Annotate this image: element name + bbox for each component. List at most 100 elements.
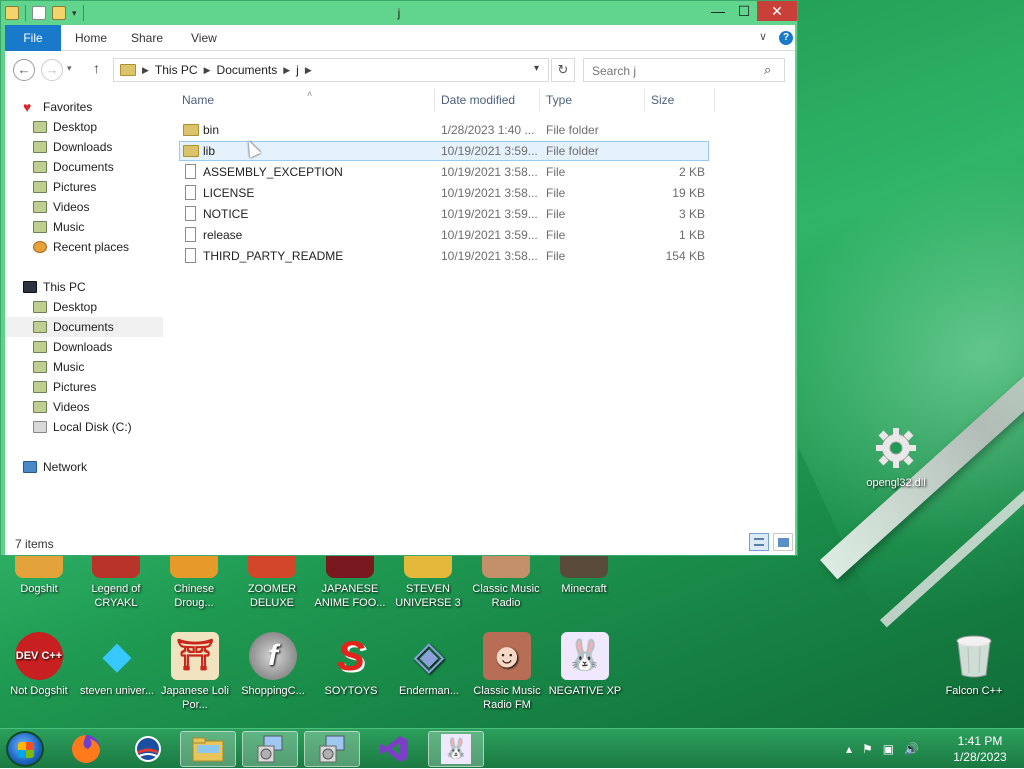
taskbar-visual-studio[interactable]	[366, 731, 422, 767]
desktop-icon-negative-xp[interactable]: 🐰 NEGATIVE XP	[547, 632, 623, 698]
taskbar-app-install-2[interactable]	[304, 731, 360, 767]
column-header-size[interactable]: Size	[651, 93, 674, 109]
navigation-pane[interactable]: ♥ Favorites Desktop Downloads Documents …	[5, 89, 165, 529]
desktop-icon-shoppingc[interactable]: f ShoppingC...	[235, 632, 311, 698]
sidebar-header-favorites[interactable]: ♥ Favorites	[23, 97, 181, 117]
title-bar[interactable]: ▾ j — ☐ ✕	[1, 1, 797, 25]
column-header-type[interactable]: Type	[546, 93, 572, 109]
sidebar-item-fav-pictures[interactable]: Pictures	[33, 177, 191, 197]
column-header-date-modified[interactable]: Date modified	[441, 93, 515, 109]
desktop-icon-not-dogshit[interactable]: DEV C++ Not Dogshit	[1, 632, 77, 698]
minimize-button[interactable]: —	[705, 1, 731, 21]
desktop-icon-falcon-cpp[interactable]: Falcon C++	[936, 632, 1012, 698]
search-icon[interactable]: ⌕	[764, 62, 771, 78]
volume-icon[interactable]: 🔊	[904, 742, 919, 756]
details-view-button[interactable]	[749, 533, 769, 551]
sidebar-header-this-pc[interactable]: This PC	[23, 277, 181, 297]
sidebar-item-fav-recent-places[interactable]: Recent places	[33, 237, 191, 257]
taskbar-firefox[interactable]	[58, 731, 114, 767]
sidebar-item-pc-music[interactable]: Music	[33, 357, 191, 377]
breadcrumb-chevron-icon[interactable]: ▶	[305, 65, 312, 76]
sidebar-item-fav-desktop[interactable]: Desktop	[33, 117, 191, 137]
back-button[interactable]: ←	[13, 59, 35, 81]
forward-button[interactable]: →	[41, 59, 63, 81]
breadcrumb-chevron-icon[interactable]: ▶	[204, 65, 211, 76]
desktop-icon-steven-univer[interactable]: ◆ steven univer...	[79, 632, 155, 698]
tab-home[interactable]: Home	[75, 25, 107, 51]
address-dropdown-icon[interactable]: ▾	[534, 63, 539, 74]
desktop-icon-opengl32-dll[interactable]: opengl32.dll	[858, 424, 934, 490]
ribbon-expand-icon[interactable]: ∨	[759, 30, 767, 43]
network-icon[interactable]: ▣	[883, 742, 894, 756]
taskbar-app-install-1[interactable]	[242, 731, 298, 767]
item-count: 7 items	[15, 537, 54, 551]
help-icon[interactable]: ?	[779, 31, 793, 45]
desktop-icon-classic-music-radio[interactable]: Classic Music Radio	[468, 556, 544, 610]
desktop-icon-japanese-anime-foo[interactable]: JAPANESE ANIME FOO...	[312, 556, 388, 610]
sidebar-item-pc-documents[interactable]: Documents	[5, 317, 163, 337]
close-button[interactable]: ✕	[757, 1, 797, 21]
sidebar-item-pc-pictures[interactable]: Pictures	[33, 377, 191, 397]
recent-locations-icon[interactable]: ▾	[67, 63, 72, 74]
breadcrumb-this-pc[interactable]: This PC	[155, 63, 198, 77]
sidebar-item-fav-videos[interactable]: Videos	[33, 197, 191, 217]
search-input[interactable]: Search j ⌕	[583, 58, 785, 82]
clock[interactable]: 1:41 PM 1/28/2023	[944, 733, 1016, 765]
sidebar-item-fav-music[interactable]: Music	[33, 217, 191, 237]
up-button[interactable]: ↑	[93, 60, 100, 76]
start-button[interactable]	[6, 731, 44, 767]
sidebar-item-fav-downloads[interactable]: Downloads	[33, 137, 191, 157]
table-row[interactable]: LICENSE 10/19/2021 3:58... File 19 KB	[179, 183, 709, 203]
table-row[interactable]: THIRD_PARTY_README 10/19/2021 3:58... Fi…	[179, 246, 709, 266]
show-hidden-icons-chevron-icon[interactable]: ▴	[846, 742, 852, 756]
table-row[interactable]: bin 1/28/2023 1:40 ... File folder	[179, 120, 709, 140]
file-name: THIRD_PARTY_README	[203, 249, 344, 263]
breadcrumb-chevron-icon[interactable]: ▶	[142, 65, 149, 76]
desktop-icon-enderman[interactable]: ◈ Enderman...	[391, 632, 467, 698]
file-name: release	[203, 228, 243, 242]
column-divider[interactable]	[714, 89, 715, 111]
sidebar-item-pc-local-disk[interactable]: Local Disk (C:)	[33, 417, 191, 437]
anime-icon	[326, 556, 374, 578]
column-divider[interactable]	[644, 89, 645, 111]
table-row[interactable]: release 10/19/2021 3:59... File 1 KB	[179, 225, 709, 245]
taskbar-app-globe[interactable]	[120, 731, 176, 767]
sidebar-header-network[interactable]: Network	[23, 457, 181, 477]
breadcrumb-j[interactable]: j	[296, 63, 299, 77]
sidebar-item-pc-desktop[interactable]: Desktop	[33, 297, 191, 317]
breadcrumb-chevron-icon[interactable]: ▶	[283, 65, 290, 76]
column-header-name[interactable]: Name ˄	[182, 89, 312, 109]
action-center-flag-icon[interactable]: ⚑	[862, 742, 873, 756]
refresh-button[interactable]: ↻	[551, 58, 575, 82]
desktop-icon-chinese-droug[interactable]: Chinese Droug...	[156, 556, 232, 610]
column-divider[interactable]	[539, 89, 540, 111]
desktop-icon-dogshit[interactable]: Dogshit	[1, 556, 77, 596]
desktop-icon-legend-of-cryakl[interactable]: Legend of CRYAKL	[78, 556, 154, 610]
column-divider[interactable]	[434, 89, 435, 111]
table-row[interactable]: NOTICE 10/19/2021 3:59... File 3 KB	[179, 204, 709, 224]
file-name: NOTICE	[203, 207, 249, 221]
soytoys-icon: S	[336, 632, 365, 679]
address-bar[interactable]: ▶ This PC ▶ Documents ▶ j ▶ ▾	[113, 58, 549, 82]
minecraft-icon	[560, 556, 608, 578]
desktop-icon-minecraft[interactable]: Minecraft	[546, 556, 622, 596]
table-row[interactable]: ASSEMBLY_EXCEPTION 10/19/2021 3:58... Fi…	[179, 162, 709, 182]
taskbar-file-explorer[interactable]	[180, 731, 236, 767]
desktop-icon-steven-universe-3[interactable]: STEVEN UNIVERSE 3	[390, 556, 466, 610]
desktop-icon-soytoys[interactable]: S SOYTOYS	[313, 632, 389, 698]
desktop-icon-classic-music-radio-fm[interactable]: ☻ Classic Music Radio FM	[469, 632, 545, 712]
taskbar-negative-xp[interactable]: 🐰	[428, 731, 484, 767]
tab-file[interactable]: File	[5, 25, 61, 51]
file-list[interactable]: Name ˄ Date modified Type Size bin 1/28/…	[175, 89, 795, 529]
tab-view[interactable]: View	[191, 25, 217, 51]
sidebar-item-pc-downloads[interactable]: Downloads	[33, 337, 191, 357]
sidebar-item-pc-videos[interactable]: Videos	[33, 397, 191, 417]
sidebar-item-fav-documents[interactable]: Documents	[33, 157, 191, 177]
desktop-icon-japanese-loli-por[interactable]: ⛩ Japanese Loli Por...	[157, 632, 233, 712]
large-icons-view-button[interactable]	[773, 533, 793, 551]
sidebar-item-label: Downloads	[53, 340, 113, 354]
breadcrumb-documents[interactable]: Documents	[217, 63, 278, 77]
maximize-button[interactable]: ☐	[731, 1, 757, 21]
tab-share[interactable]: Share	[131, 25, 163, 51]
desktop-icon-zoomer-deluxe[interactable]: ZOOMER DELUXE	[234, 556, 310, 610]
